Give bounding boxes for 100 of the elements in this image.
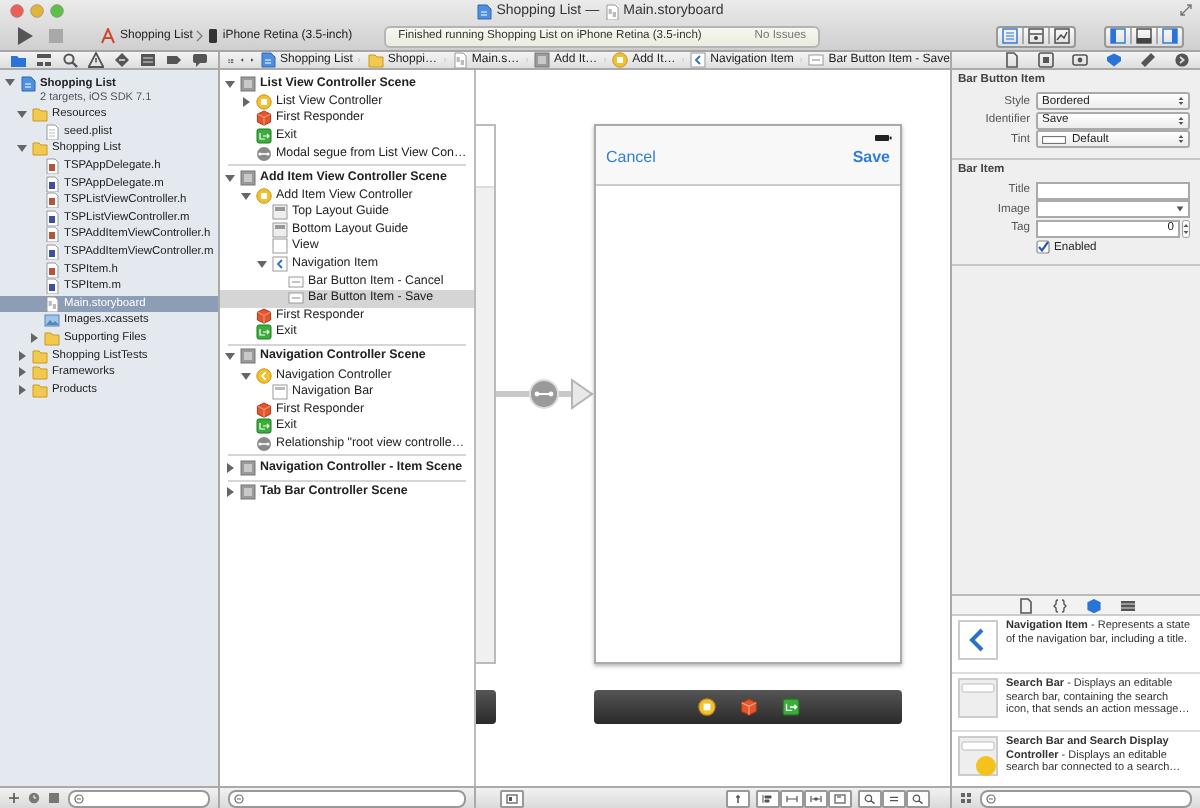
cube-icon	[256, 307, 272, 324]
assistant-editor-icon[interactable]	[1024, 28, 1050, 44]
diamond-icon[interactable]	[114, 52, 131, 68]
bottom-panel-icon[interactable]	[1132, 28, 1158, 44]
zoom-in-icon	[912, 793, 924, 803]
disclosure-triangle-icon[interactable]	[16, 383, 28, 396]
resizing-button[interactable]	[828, 789, 852, 807]
scm-icon[interactable]	[48, 792, 60, 804]
disclosure-triangle-icon[interactable]	[224, 171, 236, 184]
cube-icon[interactable]	[739, 698, 757, 716]
exit-icon	[256, 324, 272, 341]
resolve-icon	[810, 793, 822, 803]
stepper[interactable]	[1182, 219, 1190, 238]
filter-icon	[234, 793, 244, 803]
help-icon[interactable]	[1038, 52, 1054, 68]
scene-icon	[240, 169, 256, 186]
speech-bubble-icon[interactable]	[192, 52, 209, 68]
scene-icon	[240, 348, 256, 365]
project-icon	[476, 3, 493, 19]
zoom-in-button[interactable]	[906, 789, 930, 807]
segue-icon	[256, 145, 272, 162]
warning-icon[interactable]	[87, 52, 104, 68]
hammer-app-icon	[100, 28, 116, 44]
actual-size-button[interactable]	[882, 789, 906, 807]
pin-constraints-icon	[786, 793, 798, 803]
cancel-button[interactable]: Cancel	[606, 148, 656, 166]
zoom-out-button[interactable]	[858, 789, 882, 807]
grid-view-icon[interactable]	[960, 792, 972, 804]
updown-icon	[1178, 134, 1184, 145]
view-toggle-control[interactable]	[1104, 25, 1184, 47]
cube-icon	[256, 110, 272, 127]
navigation-bar-icon	[272, 384, 288, 401]
disclosure-triangle-icon[interactable]	[16, 366, 28, 379]
resolve-button[interactable]	[804, 789, 828, 807]
right-panel-icon[interactable]	[1158, 28, 1182, 44]
disclosure-triangle-icon[interactable]	[16, 349, 28, 362]
run-button[interactable]	[16, 26, 34, 46]
document-icon[interactable]	[1017, 597, 1033, 613]
filter-icon	[74, 793, 84, 803]
disclosure-triangle-icon[interactable]	[4, 76, 16, 88]
segue-arrow[interactable]	[496, 376, 596, 412]
film-icon[interactable]	[1119, 597, 1135, 613]
updown-icon	[1178, 115, 1184, 126]
filter-field[interactable]	[68, 789, 210, 807]
identity-icon[interactable]	[1072, 52, 1088, 68]
pin-button[interactable]	[726, 789, 750, 807]
actual-size-icon	[888, 793, 900, 803]
disclosure-triangle-icon[interactable]	[224, 350, 236, 363]
zoom-out-icon	[864, 793, 876, 803]
disclosure-triangle-icon[interactable]	[224, 461, 236, 474]
clock-icon[interactable]	[28, 792, 40, 804]
align-button[interactable]	[756, 789, 780, 807]
view-controller-icon	[256, 93, 272, 110]
version-editor-icon[interactable]	[1050, 28, 1074, 44]
caret-icon	[1176, 206, 1184, 213]
updown-icon	[1178, 96, 1184, 107]
view-icon	[272, 238, 288, 255]
disclosure-triangle-icon[interactable]	[224, 77, 236, 90]
arrow-circle-icon[interactable]	[1174, 52, 1190, 68]
navigation-controller-icon	[256, 367, 272, 384]
image-set-icon	[44, 312, 60, 329]
back-chevron-icon	[272, 256, 288, 273]
file-icon	[44, 123, 60, 140]
disclosure-triangle-icon[interactable]	[224, 486, 236, 499]
exit-icon[interactable]	[781, 698, 799, 716]
disclosure-triangle-icon[interactable]	[16, 108, 28, 121]
text-field[interactable]	[1036, 181, 1190, 200]
search-bar-icon	[958, 678, 998, 718]
exit-icon	[256, 418, 272, 435]
save-button[interactable]: Save	[852, 148, 890, 166]
hierarchy-icon[interactable]	[35, 52, 52, 68]
document-outline-icon	[506, 793, 518, 803]
disclosure-triangle-icon[interactable]	[240, 369, 252, 382]
search-icon[interactable]	[61, 52, 78, 68]
editor-mode-control[interactable]	[996, 25, 1076, 47]
scene-dock	[476, 690, 496, 724]
checkbox[interactable]	[1036, 240, 1050, 254]
view-controller-icon[interactable]	[697, 698, 715, 716]
braces-icon[interactable]	[1051, 597, 1067, 613]
list-icon[interactable]	[140, 52, 157, 68]
search-display-icon	[958, 736, 998, 776]
segue-icon	[256, 435, 272, 452]
add-icon[interactable]	[8, 792, 20, 804]
battery-icon	[874, 134, 892, 142]
document-outline-button[interactable]	[500, 789, 524, 807]
disclosure-triangle-icon[interactable]	[256, 258, 268, 271]
standard-editor-icon[interactable]	[998, 28, 1024, 44]
project-icon	[20, 76, 36, 92]
cube-icon	[256, 401, 272, 418]
disclosure-triangle-icon[interactable]	[16, 142, 28, 155]
left-panel-icon[interactable]	[1106, 28, 1132, 44]
filter-field[interactable]	[980, 789, 1192, 807]
disclosure-triangle-icon[interactable]	[240, 189, 252, 202]
document-icon[interactable]	[1004, 52, 1020, 68]
disclosure-triangle-icon[interactable]	[240, 95, 252, 108]
fullscreen-icon[interactable]	[1180, 4, 1192, 16]
filter-field[interactable]	[228, 789, 466, 807]
phone-icon	[208, 28, 219, 44]
disclosure-triangle-icon[interactable]	[28, 332, 40, 345]
resizing-icon	[834, 793, 846, 803]
